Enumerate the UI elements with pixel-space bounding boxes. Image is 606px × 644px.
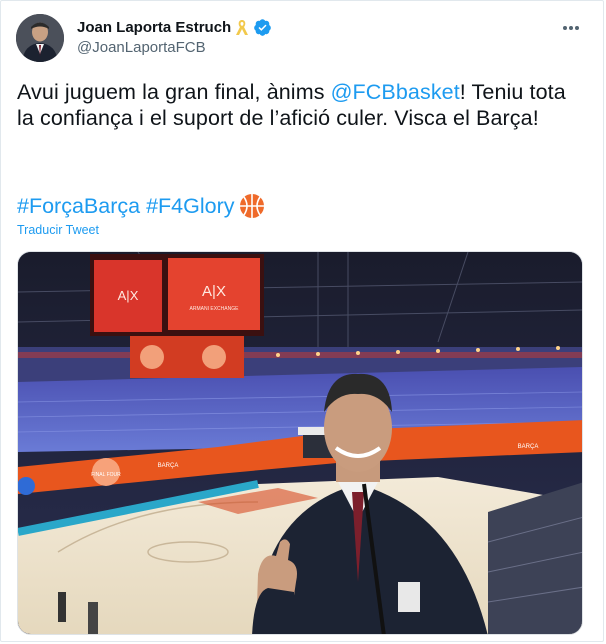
more-options-icon[interactable] <box>561 18 581 38</box>
mention-link[interactable]: @FCBbasket <box>331 80 460 104</box>
screen-brand-left: A|X <box>118 288 139 303</box>
avatar[interactable] <box>16 14 64 62</box>
author-handle[interactable]: @JoanLaportaFCB <box>77 39 206 56</box>
translate-tweet-link[interactable]: Traducir Tweet <box>17 223 99 237</box>
banner-text: FINAL FOUR <box>91 472 121 478</box>
author-name-row[interactable]: Joan Laporta Estruch <box>77 18 272 37</box>
screen-brand-right: A|X <box>202 283 226 300</box>
tweet-photo[interactable]: A|X A|X ARMANI EXCHANGE FINAL FOUR BARÇA… <box>17 251 583 635</box>
verified-badge-icon <box>254 19 272 36</box>
banner-team-right: BARÇA <box>518 444 539 450</box>
tweet-text-part1: Avui juguem la gran final, ànims <box>17 80 331 104</box>
banner-team: BARÇA <box>158 463 179 469</box>
screen-subtitle: ARMANI EXCHANGE <box>190 306 240 312</box>
display-name[interactable]: Joan Laporta Estruch <box>77 19 231 36</box>
euroleague-ball-icon <box>239 194 264 218</box>
tweet-text: Avui juguem la gran final, ànims @FCBbas… <box>17 79 577 131</box>
yellow-ribbon-icon <box>236 19 249 35</box>
tweet-card: Joan Laporta Estruch @JoanLaportaFCB Avu… <box>0 0 604 642</box>
hashtag-f4glory[interactable]: #F4Glory <box>146 193 234 219</box>
hashtags: #ForçaBarça #F4Glory <box>17 191 267 221</box>
hashtag-forcabarca[interactable]: #ForçaBarça <box>17 193 140 219</box>
